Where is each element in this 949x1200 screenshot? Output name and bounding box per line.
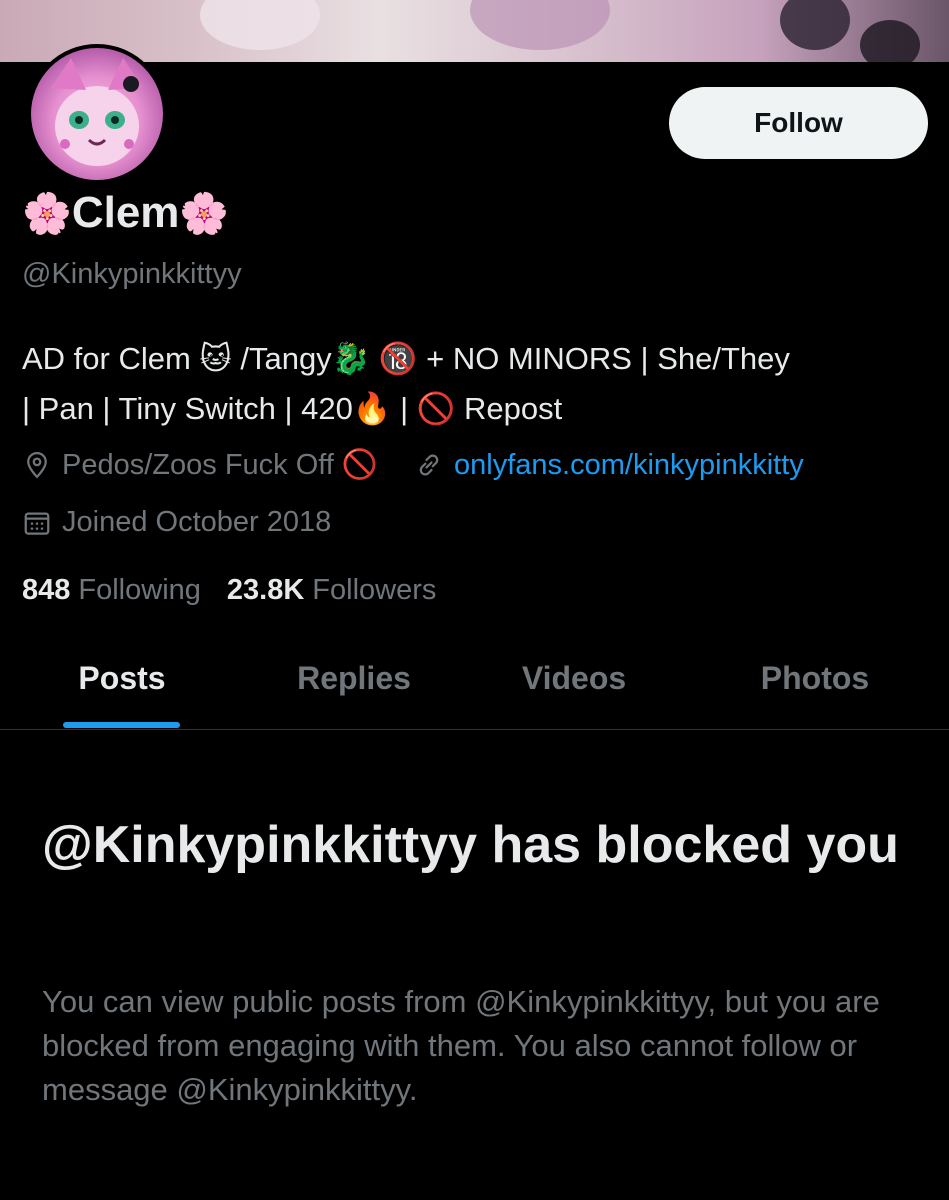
tab-posts[interactable]: Posts (40, 660, 204, 697)
cherry-blossom-icon: 🌸 (179, 191, 230, 236)
profile-joined-row: Joined October 2018 (22, 506, 331, 539)
avatar-illustration (51, 58, 143, 166)
calendar-icon (24, 512, 50, 535)
profile-stats: 848 Following 23.8K Followers (22, 574, 462, 607)
location-pin-icon (27, 451, 47, 479)
avatar[interactable] (27, 44, 167, 184)
profile-meta-row: Pedos/Zoos Fuck Off 🚫 onlyfans.com/kinky… (22, 448, 804, 482)
profile-handle: @Kinkypinkkittyy (22, 258, 242, 290)
blocked-title: @Kinkypinkkittyy has blocked you (42, 816, 899, 874)
profile-joined-date: Joined October 2018 (62, 506, 332, 538)
followers-stat[interactable]: 23.8K Followers (227, 574, 436, 607)
profile-banner[interactable] (0, 0, 949, 62)
link-icon (419, 454, 439, 476)
profile-bio: AD for Clem 🐱 /Tangy🐉 🔞 + NO MINORS | Sh… (22, 334, 932, 434)
profile-location: Pedos/Zoos Fuck Off 🚫 (62, 449, 379, 481)
profile-website-link[interactable]: onlyfans.com/kinkypinkkitty (454, 449, 804, 482)
display-name: 🌸 Clem 🌸 (22, 188, 229, 238)
tab-photos[interactable]: Photos (730, 660, 900, 697)
tabs-divider (0, 729, 949, 730)
following-stat[interactable]: 848 Following (22, 574, 201, 607)
following-count: 848 (22, 574, 71, 606)
blocked-message: You can view public posts from @Kinkypin… (42, 984, 880, 1107)
tab-replies[interactable]: Replies (270, 660, 438, 697)
following-label: Following (78, 574, 201, 606)
display-name-text: Clem (71, 188, 180, 237)
tab-videos[interactable]: Videos (490, 660, 658, 697)
cherry-blossom-icon: 🌸 (22, 191, 72, 236)
bio-line: | Pan | Tiny Switch | 420🔥 | 🚫 Repost (22, 391, 563, 426)
follow-button[interactable]: Follow (669, 87, 928, 159)
followers-label: Followers (312, 574, 437, 606)
followers-count: 23.8K (226, 574, 305, 606)
profile-tabs: Posts Replies Videos Photos (0, 640, 949, 730)
active-tab-indicator (63, 722, 180, 728)
bio-line: AD for Clem 🐱 /Tangy🐉 🔞 + NO MINORS | Sh… (22, 341, 790, 376)
